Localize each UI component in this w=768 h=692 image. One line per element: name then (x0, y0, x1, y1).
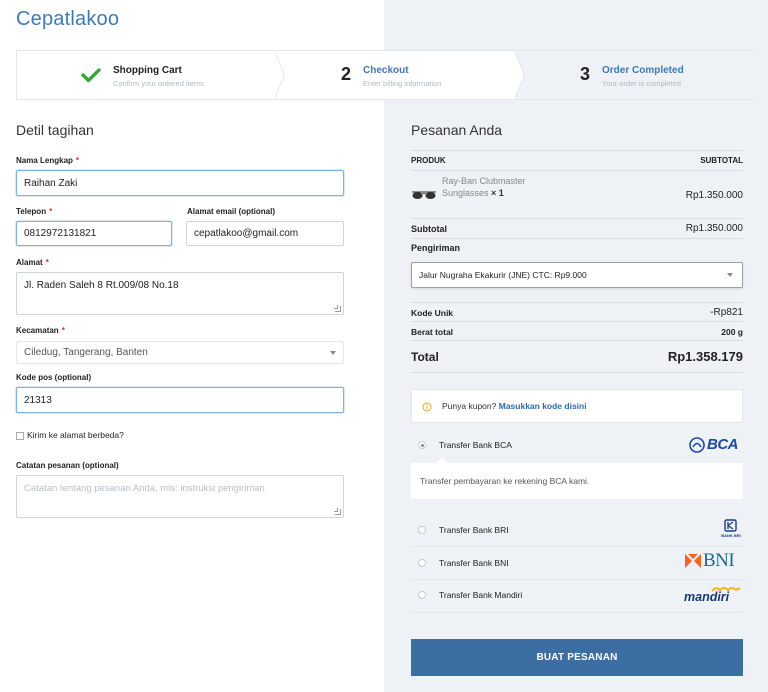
product-name-line2: Sunglasses × 1 (442, 188, 504, 198)
full-name-input[interactable]: Raihan Zaki (16, 170, 344, 196)
step-title: Order Completed (602, 65, 684, 76)
order-notes-textarea[interactable]: Catatan tentang pesanan Anda, mis: instr… (16, 475, 344, 518)
bca-emblem-icon (689, 437, 705, 453)
phone-input[interactable]: 0812972131821 (16, 221, 172, 246)
step-order-completed[interactable]: 3 Order Completed Your order is complete… (515, 51, 754, 99)
bri-emblem-icon (724, 519, 737, 532)
shipping-method-select[interactable]: Jalur Nugraha Ekakurir (JNE) CTC: Rp9.00… (411, 262, 743, 288)
divider (411, 302, 743, 303)
postcode-input[interactable]: 21313 (16, 387, 344, 413)
address-label: Alamat * (16, 258, 49, 267)
coupon-text: Punya kupon? Masukkan kode disini (442, 401, 587, 411)
step-title: Checkout (363, 65, 409, 76)
step-number: 3 (580, 64, 591, 84)
step-subtitle: Confirm your ordered items (113, 79, 204, 88)
bri-logo-text: BANK BRI (721, 533, 741, 538)
divider (411, 321, 743, 322)
mandiri-logo-text: mandiri (684, 590, 730, 604)
payment-radio-bca[interactable] (418, 441, 426, 449)
email-label: Alamat email (optional) (187, 207, 276, 216)
postcode-label: Kode pos (optional) (16, 373, 92, 382)
divider (411, 579, 743, 580)
step-shopping-cart[interactable]: Shopping Cart Confirm your ordered items (17, 51, 275, 99)
bca-logo: BCA (689, 436, 743, 454)
divider (411, 238, 743, 239)
district-value: Ciledug, Tangerang, Banten (24, 347, 148, 358)
bca-logo-text: BCA (707, 436, 739, 453)
subtotal-label: Subtotal (411, 224, 447, 234)
notes-label: Catatan pesanan (optional) (16, 461, 119, 470)
step-checkout[interactable]: 2 Checkout Enter billing information (275, 51, 515, 99)
divider (411, 612, 743, 613)
place-order-button[interactable]: BUAT PESANAN (411, 639, 743, 676)
step-subtitle: Your order is completed (602, 79, 681, 88)
checkmark-icon (81, 68, 101, 83)
step-title: Shopping Cart (113, 65, 182, 76)
enter-coupon-link[interactable]: Masukkan kode disini (499, 401, 587, 411)
divider (411, 150, 743, 151)
ship-different-checkbox[interactable] (16, 432, 24, 440)
district-label: Kecamatan * (16, 326, 65, 335)
product-quantity: × 1 (491, 188, 504, 198)
shipping-label: Pengiriman (411, 243, 461, 253)
bca-description-box: Transfer pembayaran ke rekening BCA kami… (411, 463, 743, 499)
address-textarea[interactable]: Jl. Raden Saleh 8 Rt.009/08 No.18 (16, 272, 344, 315)
bni-logo-text: BNI (703, 550, 735, 571)
payment-radio-bri[interactable] (418, 526, 426, 534)
phone-label: Telepon * (16, 207, 53, 216)
product-price: Rp1.350.000 (685, 190, 743, 201)
total-weight-label: Berat total (411, 327, 454, 337)
bni-logo: BNI (685, 550, 743, 572)
bri-logo: BANK BRI (719, 519, 743, 541)
mandiri-logo: mandiri (684, 585, 743, 607)
email-input[interactable]: cepatlakoo@gmail.com (186, 221, 344, 246)
total-weight-value: 200 g (721, 327, 743, 337)
total-label: Total (411, 350, 439, 364)
address-value: Jl. Raden Saleh 8 Rt.009/08 No.18 (24, 280, 179, 291)
total-value: Rp1.358.179 (667, 349, 743, 364)
checkout-steps: Shopping Cart Confirm your ordered items… (16, 50, 754, 100)
bca-description: Transfer pembayaran ke rekening BCA kami… (420, 476, 590, 486)
coupon-notice: Punya kupon? Masukkan kode disini (411, 389, 743, 423)
product-column-header: PRODUK (411, 156, 446, 165)
chevron-down-icon (727, 273, 733, 277)
payment-label-bca[interactable]: Transfer Bank BCA (439, 440, 512, 450)
name-label: Nama Lengkap * (16, 156, 80, 165)
resize-handle-icon[interactable] (334, 305, 341, 312)
unique-code-label: Kode Unik (411, 308, 454, 318)
divider (411, 170, 743, 171)
unique-code-value: -Rp821 (710, 307, 743, 318)
divider (411, 340, 743, 341)
divider (411, 372, 743, 373)
step-subtitle: Enter billing information (363, 79, 442, 88)
divider (411, 546, 743, 547)
ship-different-label[interactable]: Kirim ke alamat berbeda? (27, 430, 124, 440)
payment-radio-mandiri[interactable] (418, 591, 426, 599)
order-title: Pesanan Anda (411, 122, 503, 138)
bni-emblem-icon (685, 554, 701, 568)
district-select[interactable]: Ciledug, Tangerang, Banten (16, 341, 344, 364)
chevron-down-icon (330, 350, 336, 355)
product-name: Ray-Ban Clubmaster (442, 176, 526, 186)
step-number: 2 (341, 64, 352, 84)
payment-radio-bni[interactable] (418, 559, 426, 567)
sunglasses-product-image (412, 191, 436, 199)
billing-title: Detil tagihan (16, 122, 94, 138)
payment-label-mandiri[interactable]: Transfer Bank Mandiri (439, 590, 522, 600)
payment-label-bni[interactable]: Transfer Bank BNI (439, 558, 509, 568)
payment-label-bri[interactable]: Transfer Bank BRI (439, 525, 509, 535)
resize-handle-icon[interactable] (334, 508, 341, 515)
divider (411, 218, 743, 219)
subtotal-value: Rp1.350.000 (685, 223, 743, 234)
subtotal-column-header: SUBTOTAL (700, 156, 743, 165)
site-logo[interactable]: Cepatlakoo (16, 8, 119, 31)
info-icon (422, 402, 432, 412)
notes-placeholder: Catatan tentang pesanan Anda, mis: instr… (24, 483, 265, 494)
shipping-method-value: Jalur Nugraha Ekakurir (JNE) CTC: Rp9.00… (419, 270, 587, 280)
